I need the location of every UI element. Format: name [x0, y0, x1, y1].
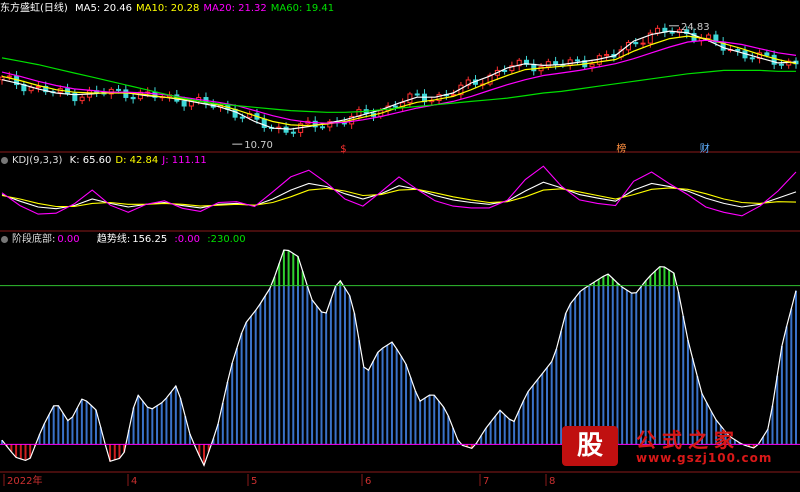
candle-body: [706, 34, 712, 39]
candle-body: [567, 59, 573, 66]
candle-body: [290, 131, 296, 134]
custom-title-colon: :: [52, 234, 56, 245]
candle-body: [283, 126, 289, 133]
custom-panel-header: 阶段底部: 0.00 趋势线: 156.25 :0.00 :230.00: [0, 233, 250, 247]
stock-period: (日线): [40, 3, 68, 14]
candle-body: [749, 57, 755, 60]
extra-value-2: 230.00: [210, 234, 246, 245]
legend-d: D: 42.84: [115, 155, 159, 166]
custom-title: 阶段底部: [12, 234, 52, 245]
low-annotation: 10.70: [244, 140, 273, 151]
ma-line-ma60: [1, 57, 796, 113]
candle-body: [239, 116, 245, 119]
legend-ma20: MA20: 21.32: [203, 3, 267, 14]
event-marker: $: [340, 144, 346, 155]
ma-line-ma20: [1, 39, 797, 124]
price-panel-header: 东方盛虹(日线) MA5: 20.46 MA10: 20.28 MA20: 21.3…: [0, 2, 342, 16]
candle-body: [545, 61, 551, 68]
x-tick-label: 7: [483, 476, 489, 487]
event-marker: 榜: [616, 142, 626, 155]
candle-body: [6, 75, 12, 78]
candle-body: [232, 108, 238, 118]
ma-legend: MA5: 20.46 MA10: 20.28 MA20: 21.32 MA60: 19…: [75, 3, 338, 14]
legend-ma60: MA60: 19.41: [270, 3, 335, 14]
candle-body: [778, 63, 784, 66]
watermark: 股 公式之家 www.gszj100.com: [556, 424, 800, 470]
kdj-line-k: [1, 181, 797, 210]
candle-body: [589, 63, 595, 68]
x-tick-label: 2022年: [7, 474, 42, 487]
legend-ma5: MA5: 20.46: [75, 3, 133, 14]
candle-body: [574, 59, 580, 62]
event-marker: 财: [700, 142, 710, 155]
watermark-site-name: 公式之家: [636, 428, 740, 452]
candle-body: [669, 31, 675, 34]
kdj-line-d: [1, 187, 797, 208]
legend-k: K: 65.60: [69, 155, 112, 166]
candle-body: [414, 93, 420, 96]
candle-body: [320, 126, 326, 129]
kdj-line-j: [1, 165, 797, 217]
x-tick-label: 8: [549, 476, 555, 487]
watermark-badge: 股: [562, 426, 618, 466]
trend-colon: :: [126, 234, 131, 245]
candle-body: [502, 69, 508, 72]
candle-body: [764, 52, 770, 56]
candle-body: [116, 88, 122, 91]
candle-body: [35, 85, 41, 88]
kdj-title: KDJ(9,3,3): [12, 155, 63, 166]
x-tick-label: 6: [365, 476, 371, 487]
custom-bottom-value: 0.00: [57, 234, 80, 245]
panel-menu-icon[interactable]: [1, 157, 8, 164]
candle-body: [0, 76, 5, 81]
candle-body: [655, 27, 661, 34]
candle-body: [79, 96, 85, 102]
candle-body: [181, 100, 187, 107]
candle-body: [392, 105, 398, 108]
kdj-panel-header: KDJ(9,3,3) K: 65.60 D: 42.84 J: 111.11: [0, 154, 215, 168]
x-tick-label: 5: [251, 476, 257, 487]
watermark-badge-text: 股: [576, 431, 603, 461]
candle-body: [735, 48, 741, 52]
ma-line-ma5: [1, 30, 797, 130]
panel-menu-icon[interactable]: [1, 236, 8, 243]
stock-name: 东方盛虹: [0, 3, 40, 14]
candle-body: [130, 96, 136, 100]
candle-body: [604, 54, 610, 57]
candle-body: [640, 42, 646, 45]
candle-body: [771, 54, 777, 65]
x-tick-label: 4: [131, 476, 137, 487]
candle-body: [633, 41, 639, 45]
trend-value: 156.25: [132, 234, 168, 245]
legend-j: J: 111.11: [162, 155, 207, 166]
candle-body: [407, 93, 413, 104]
legend-ma10: MA10: 20.28: [136, 3, 200, 14]
watermark-site-url: www.gszj100.com: [636, 451, 773, 465]
candle-body: [531, 63, 537, 72]
high-annotation: 24.83: [681, 22, 710, 33]
extra-value-1: 0.00: [177, 234, 201, 245]
candle-body: [123, 89, 129, 98]
kdj-legend: K: 65.60 D: 42.84 J: 111.11: [70, 155, 211, 166]
trend-label: 趋势线: [96, 234, 127, 245]
candle-body: [553, 61, 559, 65]
